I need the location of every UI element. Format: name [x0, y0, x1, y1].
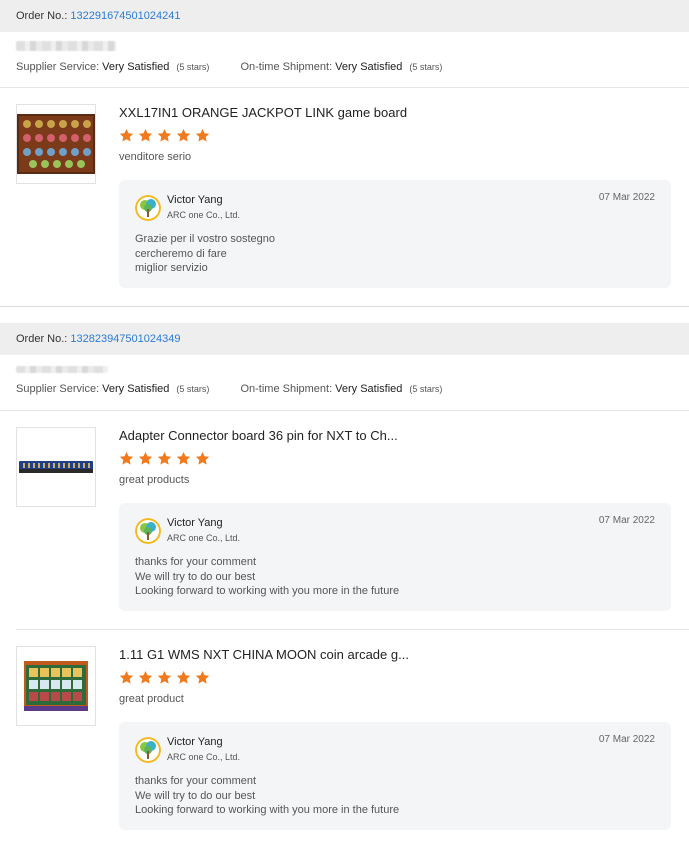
- star-icon: [157, 451, 172, 466]
- connector-board-image: [19, 461, 93, 473]
- supplier-service-value: Very Satisfied: [102, 61, 170, 73]
- reply-line: Looking forward to working with you more…: [135, 585, 400, 598]
- star-icon: [195, 451, 210, 466]
- review-content: Adapter Connector board 36 pin for NXT t…: [119, 427, 671, 611]
- reply-line: We will try to do our best: [135, 570, 256, 583]
- supplier-service-stars: (5 stars): [176, 384, 210, 394]
- reply-line: thanks for your comment: [135, 556, 257, 568]
- reply-date: 07 Mar 2022: [598, 192, 655, 203]
- shipment-value: Very Satisfied: [335, 383, 403, 395]
- buyer-comment: great products: [119, 474, 190, 486]
- reply-date: 07 Mar 2022: [598, 734, 655, 745]
- tree-logo-avatar: [135, 736, 161, 763]
- star-icon: [119, 670, 134, 685]
- reply-line: cercheremo di fare: [135, 247, 227, 260]
- reply-line: Grazie per il vostro sostegno: [135, 233, 276, 245]
- product-title-link[interactable]: Adapter Connector board 36 pin for NXT t…: [119, 427, 671, 445]
- star-icon: [195, 128, 210, 143]
- buyer-comment: great product: [119, 693, 184, 705]
- supplier-service-rating: Supplier Service: Very Satisfied (5 star…: [16, 383, 209, 395]
- replier-info: Victor Yang ARC one Co., Ltd.: [167, 517, 240, 544]
- star-rating: [119, 670, 671, 685]
- buyer-comment: venditore serio: [119, 151, 192, 163]
- reply-line: miglior servizio: [135, 262, 208, 275]
- reply-date: 07 Mar 2022: [598, 515, 655, 526]
- reply-text: thanks for your comment We will try to d…: [135, 774, 655, 818]
- reply-text: Grazie per il vostro sostegno cercheremo…: [135, 232, 655, 276]
- supplier-reply: Victor Yang ARC one Co., Ltd. 07 Mar 202…: [119, 180, 671, 288]
- shipment-stars: (5 stars): [409, 62, 443, 72]
- buyer-summary: Supplier Service: Very Satisfied (5 star…: [0, 355, 689, 410]
- game-board-image: [17, 114, 95, 174]
- product-thumbnail[interactable]: [16, 427, 96, 507]
- star-icon: [176, 670, 191, 685]
- order-header: Order No.: 132291674501024241: [0, 0, 689, 32]
- product-review: Adapter Connector board 36 pin for NXT t…: [0, 411, 689, 629]
- shipment-rating: On-time Shipment: Very Satisfied (5 star…: [240, 383, 442, 395]
- supplier-service-value: Very Satisfied: [102, 383, 170, 395]
- order-label: Order No.:: [16, 333, 68, 345]
- feedback-page: Order No.: 132291674501024241 Supplier S…: [0, 0, 689, 843]
- tree-logo-avatar: [135, 194, 161, 221]
- replier-info: Victor Yang ARC one Co., Ltd.: [167, 736, 240, 763]
- star-icon: [195, 670, 210, 685]
- replier-company: ARC one Co., Ltd.: [167, 752, 241, 762]
- reply-header: Victor Yang ARC one Co., Ltd.: [135, 517, 655, 544]
- replier-company: ARC one Co., Ltd.: [167, 533, 241, 543]
- blurred-buyer-name: [16, 366, 108, 373]
- reply-header: Victor Yang ARC one Co., Ltd.: [135, 194, 655, 221]
- review-content: XXL17IN1 ORANGE JACKPOT LINK game board …: [119, 104, 671, 288]
- replier-name: Victor Yang: [167, 736, 223, 748]
- supplier-service-label: Supplier Service:: [16, 383, 100, 395]
- replier-info: Victor Yang ARC one Co., Ltd.: [167, 194, 240, 221]
- arcade-game-screen-image: [24, 661, 88, 711]
- order-label: Order No.:: [16, 10, 68, 22]
- supplier-service-rating: Supplier Service: Very Satisfied (5 star…: [16, 61, 209, 73]
- shipment-value: Very Satisfied: [335, 61, 403, 73]
- star-icon: [138, 670, 153, 685]
- supplier-service-stars: (5 stars): [176, 62, 210, 72]
- star-icon: [138, 128, 153, 143]
- order-separator: [0, 306, 689, 323]
- replier-company: ARC one Co., Ltd.: [167, 210, 241, 220]
- product-review: 1.11 G1 WMS NXT CHINA MOON coin arcade g…: [0, 630, 689, 843]
- order-number-link[interactable]: 132291674501024241: [70, 10, 180, 22]
- reply-text: thanks for your comment We will try to d…: [135, 555, 655, 599]
- star-icon: [176, 128, 191, 143]
- product-thumbnail[interactable]: [16, 646, 96, 726]
- shipment-stars: (5 stars): [409, 384, 443, 394]
- reply-header: Victor Yang ARC one Co., Ltd.: [135, 736, 655, 763]
- star-rating: [119, 451, 671, 466]
- star-icon: [119, 451, 134, 466]
- star-icon: [176, 451, 191, 466]
- order-number-link[interactable]: 132823947501024349: [70, 333, 180, 345]
- star-icon: [119, 128, 134, 143]
- star-icon: [138, 451, 153, 466]
- buyer-summary: Supplier Service: Very Satisfied (5 star…: [0, 32, 689, 87]
- shipment-label: On-time Shipment:: [240, 61, 333, 73]
- replier-name: Victor Yang: [167, 194, 223, 206]
- reply-line: Looking forward to working with you more…: [135, 804, 400, 817]
- star-icon: [157, 670, 172, 685]
- product-thumbnail[interactable]: [16, 104, 96, 184]
- product-title-link[interactable]: XXL17IN1 ORANGE JACKPOT LINK game board: [119, 104, 671, 122]
- tree-logo-avatar: [135, 517, 161, 544]
- star-icon: [157, 128, 172, 143]
- ratings-line: Supplier Service: Very Satisfied (5 star…: [16, 383, 673, 395]
- supplier-service-label: Supplier Service:: [16, 61, 100, 73]
- replier-name: Victor Yang: [167, 517, 223, 529]
- star-rating: [119, 128, 671, 143]
- reply-line: We will try to do our best: [135, 789, 256, 802]
- order-header: Order No.: 132823947501024349: [0, 323, 689, 355]
- product-review: XXL17IN1 ORANGE JACKPOT LINK game board …: [0, 88, 689, 306]
- blurred-buyer-name: [16, 41, 116, 51]
- supplier-reply: Victor Yang ARC one Co., Ltd. 07 Mar 202…: [119, 722, 671, 830]
- ratings-line: Supplier Service: Very Satisfied (5 star…: [16, 61, 673, 73]
- shipment-rating: On-time Shipment: Very Satisfied (5 star…: [240, 61, 442, 73]
- review-content: 1.11 G1 WMS NXT CHINA MOON coin arcade g…: [119, 646, 671, 830]
- product-title-link[interactable]: 1.11 G1 WMS NXT CHINA MOON coin arcade g…: [119, 646, 671, 664]
- supplier-reply: Victor Yang ARC one Co., Ltd. 07 Mar 202…: [119, 503, 671, 611]
- reply-line: thanks for your comment: [135, 775, 257, 787]
- shipment-label: On-time Shipment:: [240, 383, 333, 395]
